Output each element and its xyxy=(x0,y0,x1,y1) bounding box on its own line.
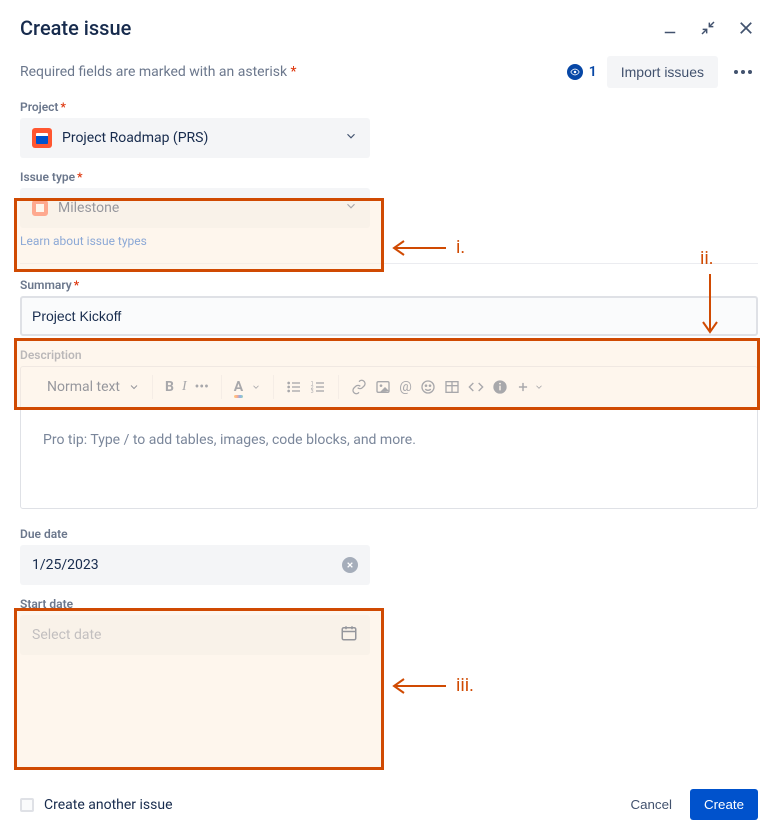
code-icon[interactable] xyxy=(468,379,484,395)
text-style-dropdown[interactable]: Normal text xyxy=(47,379,140,395)
modal-title: Create issue xyxy=(20,16,131,40)
description-textarea[interactable]: Pro tip: Type / to add tables, images, c… xyxy=(21,408,757,508)
annotation-arrow-iii xyxy=(388,676,448,696)
summary-input[interactable] xyxy=(20,296,758,336)
image-icon[interactable] xyxy=(375,379,391,395)
svg-text:3: 3 xyxy=(311,389,314,395)
create-button[interactable]: Create xyxy=(690,789,758,820)
description-field: Description Normal text B I ••• xyxy=(20,348,758,509)
link-icon[interactable] xyxy=(351,379,367,395)
create-another-label: Create another issue xyxy=(44,797,173,813)
header-actions xyxy=(658,16,758,40)
minimize-icon[interactable] xyxy=(658,16,682,40)
italic-icon[interactable]: I xyxy=(182,379,187,395)
chevron-down-icon xyxy=(344,199,358,217)
divider xyxy=(20,263,758,264)
calendar-icon xyxy=(340,624,358,646)
close-icon[interactable] xyxy=(734,16,758,40)
due-date-field: Due date 1/25/2023 xyxy=(20,527,758,585)
project-select[interactable]: Project Roadmap (PRS) xyxy=(20,118,370,158)
project-label: Project* xyxy=(20,100,758,114)
project-value: Project Roadmap (PRS) xyxy=(62,130,208,146)
issue-type-select[interactable]: Milestone xyxy=(20,188,370,228)
issue-type-label: Issue type* xyxy=(20,170,758,184)
bullet-list-icon[interactable] xyxy=(286,379,302,395)
due-date-label: Due date xyxy=(20,527,758,541)
more-formatting-icon[interactable]: ••• xyxy=(195,379,209,395)
start-date-placeholder: Select date xyxy=(32,627,101,643)
create-issue-modal: Create issue Required fields are marked … xyxy=(0,0,778,836)
chevron-down-icon xyxy=(344,129,358,147)
create-another-checkbox[interactable]: Create another issue xyxy=(20,797,173,813)
form-body: Project* Project Roadmap (PRS) Issue typ… xyxy=(0,100,778,655)
info-icon[interactable] xyxy=(492,379,508,395)
annotation-label-iii: iii. xyxy=(456,675,474,696)
description-placeholder: Pro tip: Type / to add tables, images, c… xyxy=(43,432,416,448)
emoji-icon[interactable] xyxy=(420,379,436,395)
start-date-input[interactable]: Select date xyxy=(20,615,370,655)
milestone-icon xyxy=(32,200,48,216)
eye-icon xyxy=(567,64,583,80)
numbered-list-icon[interactable]: 123 xyxy=(310,379,326,395)
issue-type-value: Milestone xyxy=(58,200,119,216)
modal-footer: Create another issue Cancel Create xyxy=(0,777,778,836)
due-date-input[interactable]: 1/25/2023 xyxy=(20,545,370,585)
chevron-down-icon[interactable] xyxy=(251,382,261,392)
cancel-button[interactable]: Cancel xyxy=(618,789,684,820)
modal-header: Create issue xyxy=(0,0,778,48)
editor-toolbar: Normal text B I ••• A xyxy=(21,367,757,408)
table-icon[interactable] xyxy=(444,379,460,395)
due-date-value: 1/25/2023 xyxy=(32,557,99,573)
import-issues-button[interactable]: Import issues xyxy=(607,56,718,88)
required-note: Required fields are marked with an aster… xyxy=(20,64,297,80)
issue-type-field: Issue type* Milestone Learn about issue … xyxy=(20,170,758,249)
summary-field: Summary* xyxy=(20,278,758,336)
start-date-field: Start date Select date xyxy=(20,597,758,655)
exit-fullscreen-icon[interactable] xyxy=(696,16,720,40)
summary-label: Summary* xyxy=(20,278,758,292)
mention-icon[interactable]: @ xyxy=(399,379,412,395)
start-date-label: Start date xyxy=(20,597,758,611)
more-actions-icon[interactable] xyxy=(728,64,758,80)
watch-count: 1 xyxy=(589,64,597,80)
bold-icon[interactable]: B xyxy=(165,379,174,395)
learn-issue-types-link[interactable]: Learn about issue types xyxy=(20,234,147,248)
checkbox-icon xyxy=(20,798,34,812)
description-label: Description xyxy=(20,348,758,362)
text-color-icon[interactable]: A xyxy=(234,379,243,395)
clear-icon[interactable] xyxy=(342,557,358,573)
insert-more-icon[interactable] xyxy=(516,380,544,394)
watchers-button[interactable]: 1 xyxy=(567,64,597,80)
project-field: Project* Project Roadmap (PRS) xyxy=(20,100,758,158)
sub-header: Required fields are marked with an aster… xyxy=(0,48,778,100)
project-icon xyxy=(32,128,52,148)
subheader-right: 1 Import issues xyxy=(567,56,758,88)
description-editor: Normal text B I ••• A xyxy=(20,366,758,509)
